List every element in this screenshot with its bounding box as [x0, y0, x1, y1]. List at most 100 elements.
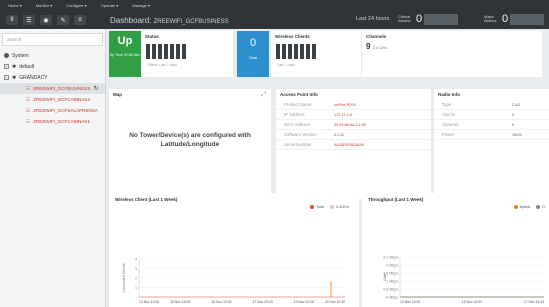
major-alarms-label: Major Alarms [484, 14, 497, 23]
status-bars [141, 44, 233, 59]
radio-info-key: Power [442, 132, 455, 137]
ap-info-key: MAC Address [284, 122, 311, 127]
ap-info-row: MAC Address 00:04:56:8A:C1:39 [276, 120, 431, 130]
x-tick-label: 13 Nov 19:30 [139, 300, 159, 304]
access-point-info-panel: Access Point Info Product Name cnPilot-R2… [276, 89, 431, 199]
network-icon: ✱ [12, 74, 17, 81]
ap-info-value: A003RDS8DNJW [334, 142, 364, 147]
tree-item-ssid-business[interactable]: ☷ ZREEWIFI_GCFBUSINESS ↻ [0, 83, 105, 94]
legend-item-uplink[interactable]: Uplink [513, 205, 530, 209]
menu-home[interactable]: Home ▾ [8, 3, 22, 8]
radio-info-key: Clients [442, 112, 456, 117]
list-icon[interactable]: ☰ [23, 15, 35, 25]
tree-label: default [19, 63, 35, 70]
chart-legend: Uplink D [513, 205, 545, 209]
menu-configure[interactable]: Configure ▾ [66, 3, 86, 8]
uptime-status: Up [117, 35, 133, 47]
major-alarms-bar [510, 13, 545, 25]
radio-info-row: Type 2.4G [434, 100, 549, 110]
x-tick-label: 19 Nov 03:26 [294, 300, 314, 304]
menu-manage[interactable]: Manage ▾ [132, 3, 150, 8]
ap-info-row: Product Name cnPilot-R200 [276, 100, 431, 110]
search-input[interactable]: Search [2, 33, 103, 46]
major-alarms[interactable]: Major Alarms 0 [484, 13, 545, 25]
wifi-group-icon: ☷ [26, 85, 31, 91]
x-tick-label: 13 Nov 19:30 [400, 300, 420, 304]
wireless-clients-tile: Wireless Clients Last 7 days [271, 31, 361, 77]
top-menu-bar: Home ▾ Monitor ▾ Configure ▾ Operate ▾ M… [0, 0, 549, 11]
x-tick-label: 20 Nov 19:30 [325, 300, 345, 304]
channel-number: 9 [366, 42, 371, 51]
channels-tile: Channels 9 2.4 GHz [362, 31, 542, 77]
tree-item-system[interactable]: System [0, 50, 105, 61]
critical-alarms[interactable]: Critical Alarms 0 [398, 13, 459, 25]
map-title: Map [113, 92, 122, 97]
ap-info-row: IP Address 172.17.0.6 [276, 110, 431, 120]
expand-icon[interactable]: + [4, 64, 9, 69]
network-tree: System + ✱ default − ✱ GRANDACY ☷ ZREEWI… [0, 50, 105, 127]
radio-info-row: Channel 9 [434, 120, 549, 130]
dashboard-header: Dashboard: ZREEWIFI_GCFBUSINESS Last 24 … [106, 11, 549, 29]
y-tick-label: 0 Mbps [386, 296, 398, 300]
x-tick-label: 15 Nov 16:00 [170, 300, 190, 304]
channels-title: Channels [366, 34, 387, 39]
status-title: Status [145, 34, 159, 39]
tree-label: ZREEWIFI_GCFSALAPRENSA [33, 108, 98, 113]
chart-title: Throughput (Last 1 Week) [368, 197, 424, 202]
system-icon [4, 53, 9, 58]
collapse-icon[interactable]: − [4, 75, 9, 80]
y-tick-label: 4 [135, 258, 137, 262]
radio-info-value: 2.4G [512, 102, 521, 107]
tree-label: ZREEWIFI_GCFBUSINESS [33, 86, 91, 91]
radio-info-panel: Radio Info Type 2.4G Clients 0 Channel 9 Power… [434, 89, 549, 199]
legend-item-total[interactable]: Total [310, 205, 324, 209]
y-tick-label: 1 Mbps [386, 280, 398, 284]
network-icon: ✱ [12, 63, 17, 70]
radio-info-value: 100% [512, 132, 522, 137]
y-axis-label: Rate [383, 273, 387, 281]
left-toolbar: II ☰ ◉ ✎ ≡ [0, 11, 106, 29]
ap-info-value: 172.17.0.6 [334, 112, 352, 117]
refresh-icon[interactable]: ↻ [94, 85, 99, 92]
y-tick-label: 2 [135, 277, 137, 281]
critical-alarms-label: Critical Alarms [398, 14, 411, 23]
ap-info-key: Product Name [284, 102, 312, 107]
y-axis-label: Connected Clients [122, 263, 126, 293]
tree-label: System [12, 52, 29, 59]
y-tick-label: 1 [135, 286, 137, 290]
wifi-group-icon: ☷ [26, 118, 31, 124]
edit-icon[interactable]: ✎ [57, 15, 69, 25]
ap-info-row: Software Version 4.2.5L [276, 130, 431, 140]
tree-item-ssid-cabinas1[interactable]: ☷ ZREEWIFI_GCFCABINAS1 [0, 116, 105, 127]
radio-info-value: 0 [512, 112, 515, 117]
expand-icon[interactable]: ⤢ [261, 92, 266, 99]
x-tick-label: 17 Nov 23:43 [524, 300, 544, 304]
radio-info-key: Type [442, 102, 452, 107]
throughput-chart-panel: Throughput (Last 1 Week) Uplink D 2.2 Mb… [362, 193, 549, 307]
time-range-selector[interactable]: Last 24 hours [356, 16, 389, 22]
total-value: 0 [249, 37, 257, 49]
menu-icon[interactable]: ≡ [74, 15, 86, 25]
channels-value: 9 2.4 GHz [362, 42, 542, 51]
wireless-clients-title: Wireless Clients [275, 34, 310, 39]
tree-item-ssid-cabinas2[interactable]: ☷ ZREEWIFI_GCFCABINAS2 [0, 94, 105, 105]
tree-item-default[interactable]: + ✱ default [0, 61, 105, 72]
ap-info-key: Serial Number [284, 142, 312, 147]
page-title: Dashboard: ZREEWIFI_GCFBUSINESS [110, 16, 229, 25]
tree-item-grandacy[interactable]: − ✱ GRANDACY [0, 72, 105, 83]
ap-info-value: 4.2.5L [334, 132, 345, 137]
uptime-value: Up Time 00:45:28m [109, 53, 141, 57]
y-tick-label: 0.5 Mbps [383, 288, 398, 292]
critical-alarms-count: 0 [416, 13, 423, 25]
menu-monitor[interactable]: Monitor ▾ [36, 3, 52, 8]
legend-item-d[interactable]: D [536, 205, 545, 209]
location-icon[interactable]: ◉ [40, 15, 52, 25]
tree-item-ssid-salaprensa[interactable]: ☷ ZREEWIFI_GCFSALAPRENSA [0, 105, 105, 116]
pause-icon[interactable]: II [6, 15, 18, 25]
menu-operate[interactable]: Operate ▾ [101, 3, 119, 8]
radio-info-rows: Type 2.4G Clients 0 Channel 9 Power 100% [434, 100, 549, 140]
wifi-group-icon: ☷ [26, 96, 31, 102]
ap-info-value: 00:04:56:8A:C1:39 [334, 122, 366, 127]
legend-item-24ghz[interactable]: 2.4GHz [330, 205, 349, 209]
status-tile: Status Offline: Last 7 days [141, 31, 233, 77]
